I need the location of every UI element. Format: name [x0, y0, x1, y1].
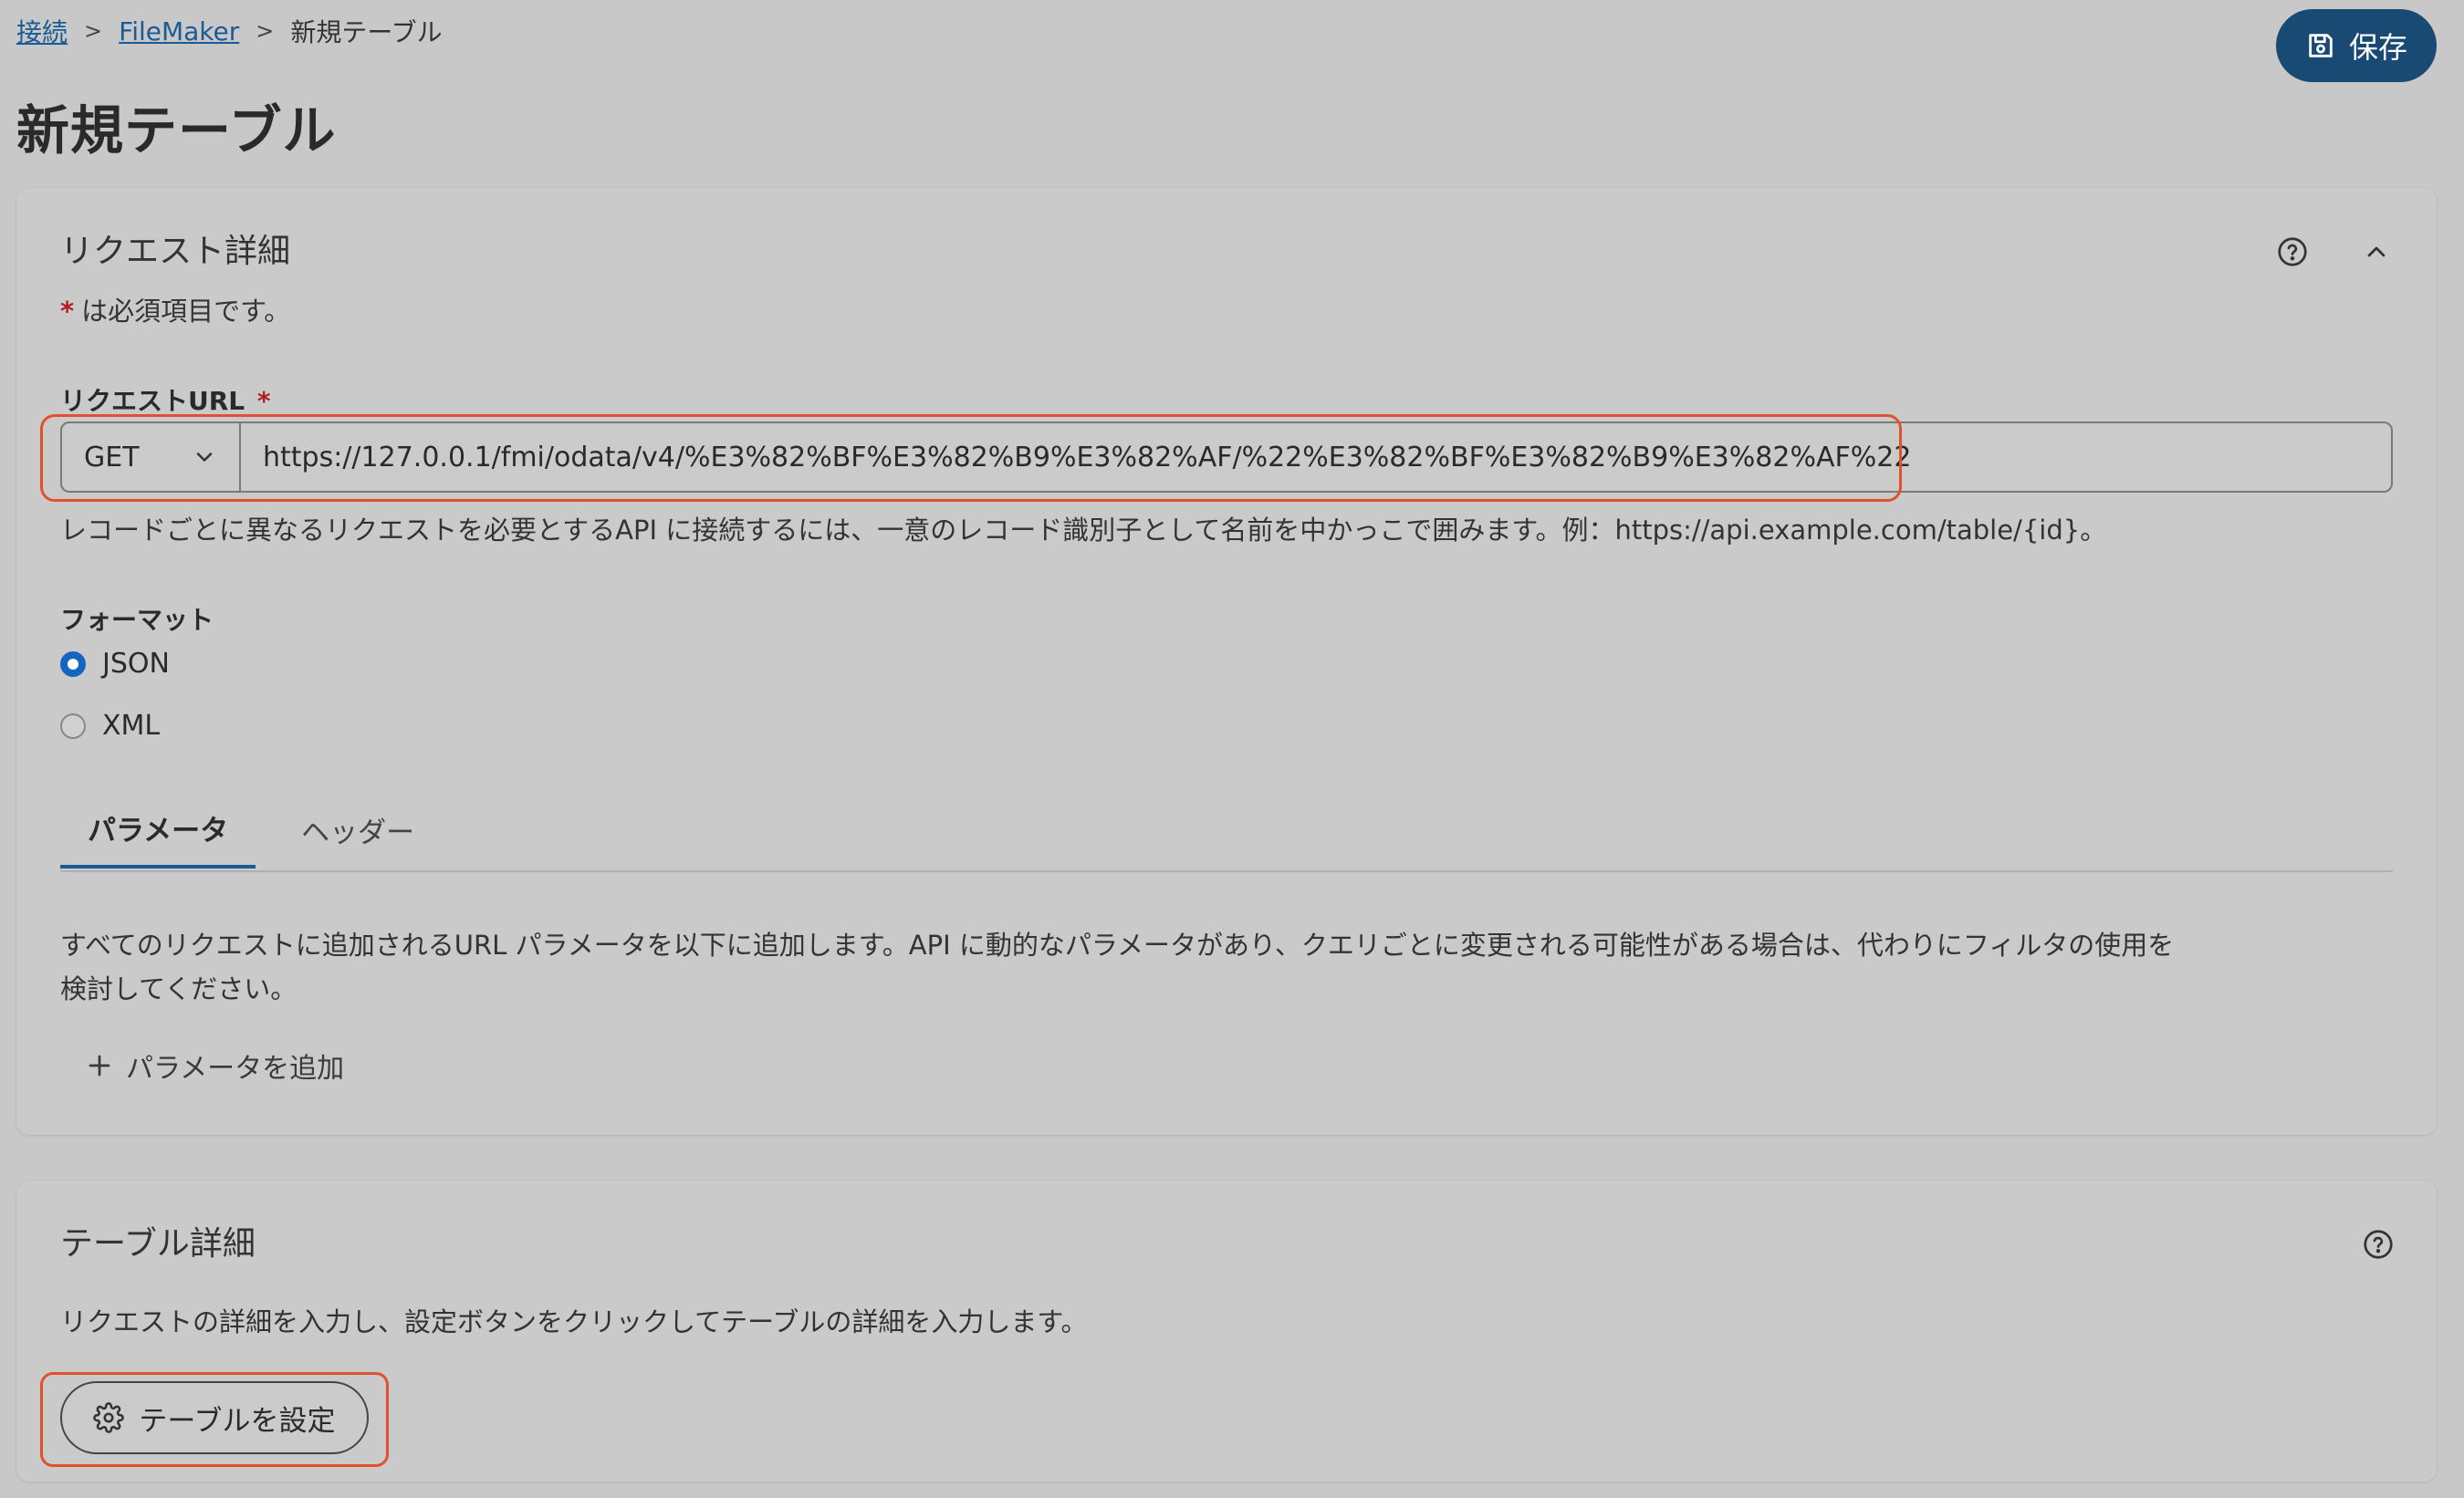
request-tabs: パラメータ ヘッダー — [60, 790, 2393, 872]
breadcrumb: 接続 > FileMaker > 新規テーブル — [16, 13, 443, 49]
add-parameter-button[interactable]: パラメータを追加 — [86, 1045, 344, 1086]
request-url-field: GET — [60, 421, 2393, 493]
request-url-input[interactable] — [241, 423, 2391, 491]
table-details-title: テーブル詳細 — [60, 1225, 256, 1263]
chevron-down-icon — [196, 453, 213, 462]
add-parameter-label: パラメータを追加 — [126, 1053, 345, 1085]
radio-json[interactable] — [60, 650, 86, 677]
tab-headers[interactable]: ヘッダー — [274, 790, 442, 869]
http-method-value: GET — [84, 441, 140, 473]
parameters-description-line-1: すべてのリクエストに追加されるURL パラメータを以下に追加します。API に動… — [60, 930, 2175, 961]
help-icon[interactable] — [2276, 235, 2309, 268]
format-option-xml[interactable]: XML — [60, 710, 160, 742]
configure-table-label: テーブルを設定 — [139, 1404, 336, 1438]
plus-icon — [89, 1055, 110, 1077]
format-label: フォーマット — [60, 605, 214, 635]
table-details-card: テーブル詳細 リクエストの詳細を入力し、設定ボタンをクリックしてテーブルの詳細を… — [16, 1181, 2437, 1482]
chevron-up-icon[interactable] — [2362, 237, 2391, 266]
breadcrumb-separator: > — [256, 18, 275, 44]
http-method-select[interactable]: GET — [62, 423, 241, 491]
breadcrumb-link-filemaker[interactable]: FileMaker — [119, 16, 239, 47]
parameters-description-line-2: 検討してください。 — [60, 973, 298, 1004]
tab-parameters[interactable]: パラメータ — [60, 790, 256, 869]
required-note-text: は必須項目です。 — [81, 296, 291, 327]
breadcrumb-current: 新規テーブル — [290, 17, 443, 47]
parameters-description: すべてのリクエストに追加されるURL パラメータを以下に追加します。API に動… — [60, 923, 2393, 1011]
request-details-card: リクエスト詳細 *は必須項目です。 リクエストURL * GET レコードごとに… — [16, 188, 2437, 1135]
page-title: 新規テーブル — [16, 99, 337, 161]
help-icon[interactable] — [2362, 1228, 2395, 1261]
radio-xml[interactable] — [60, 713, 86, 739]
required-note: * は必須項目です。 — [60, 290, 290, 328]
request-url-label: リクエストURL * — [60, 381, 278, 418]
request-url-label-text: リクエストURL — [60, 386, 245, 416]
breadcrumb-link-connections[interactable]: 接続 — [16, 13, 68, 49]
format-option-xml-label: XML — [102, 710, 161, 742]
format-option-json[interactable]: JSON — [60, 648, 170, 680]
table-details-description: リクエストの詳細を入力し、設定ボタンをクリックしてテーブルの詳細を入力します。 — [60, 1306, 1088, 1337]
required-asterisk: * — [60, 296, 75, 327]
configure-table-button[interactable]: テーブルを設定 — [60, 1381, 369, 1454]
save-button-label: 保存 — [2348, 30, 2407, 65]
save-button[interactable]: 保存 — [2276, 9, 2437, 82]
save-icon — [2309, 34, 2333, 57]
gear-icon — [93, 1402, 125, 1433]
format-option-json-label: JSON — [102, 648, 170, 680]
breadcrumb-separator: > — [84, 18, 103, 44]
required-asterisk: * — [256, 386, 271, 416]
request-details-title: リクエスト詳細 — [60, 233, 291, 270]
request-url-help-text: レコードごとに異なるリクエストを必要とするAPI に接続するには、一意のレコード… — [60, 515, 2107, 546]
